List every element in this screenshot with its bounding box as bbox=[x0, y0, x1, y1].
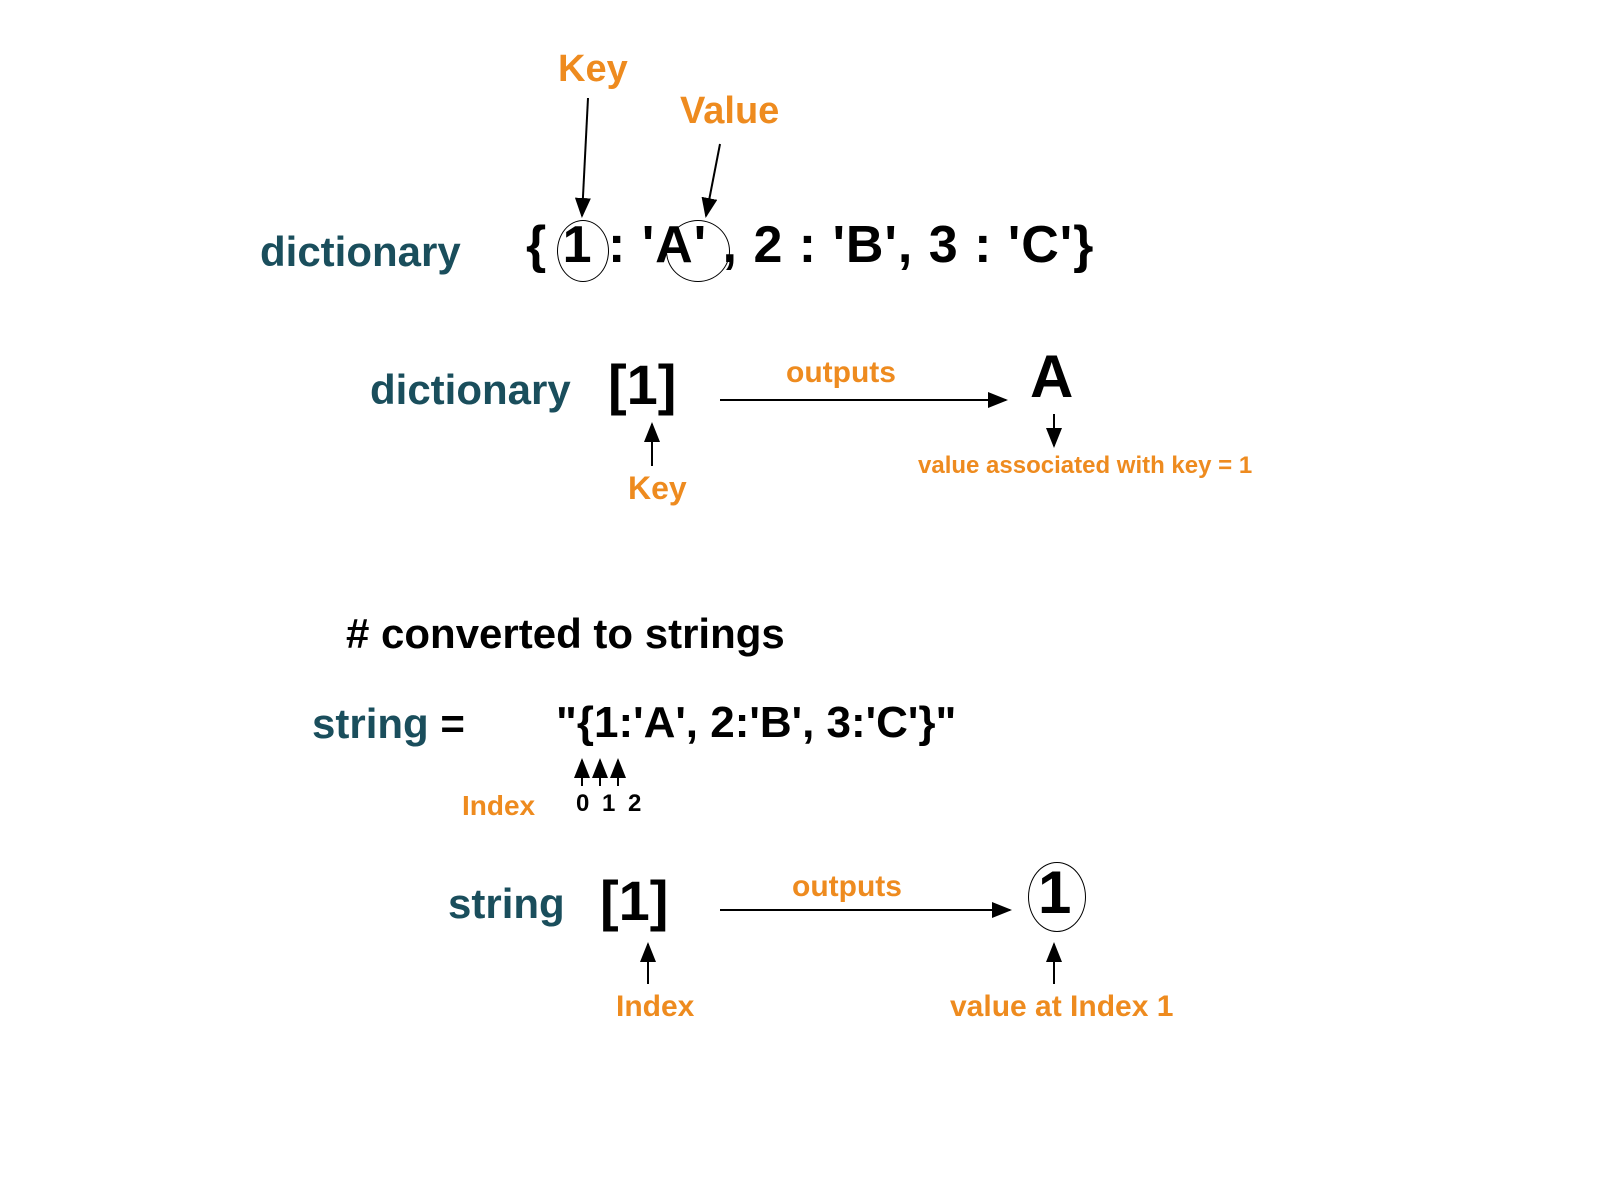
dictionary-access-label: dictionary bbox=[370, 366, 571, 414]
dictionary-literal: { 1 : 'A' , 2 : 'B', 3 : 'C'} bbox=[526, 215, 1094, 275]
string-access-label: string bbox=[448, 880, 565, 928]
string-literal: "{1:'A', 2:'B', 3:'C'}" bbox=[556, 698, 956, 748]
value-at-index-label: value at Index 1 bbox=[950, 990, 1173, 1024]
circle-result bbox=[1028, 862, 1086, 932]
comment-converted: # converted to strings bbox=[346, 610, 785, 658]
equals-sign: = bbox=[429, 700, 465, 747]
label-key: Key bbox=[558, 48, 628, 91]
index-label: Index bbox=[462, 790, 535, 822]
circle-value bbox=[666, 220, 730, 282]
dictionary-label: dictionary bbox=[260, 228, 461, 276]
index-numbers: 0 1 2 bbox=[576, 790, 644, 818]
index-label-bottom: Index bbox=[616, 990, 694, 1024]
dict-bracket-access: [1] bbox=[608, 352, 676, 417]
dict-result-a: A bbox=[1030, 342, 1073, 411]
string-bracket-access: [1] bbox=[600, 868, 668, 933]
string-label: string bbox=[312, 700, 429, 747]
string-assignment: string = bbox=[312, 700, 465, 748]
arrows-overlay bbox=[0, 0, 1600, 1200]
value-associated-label: value associated with key = 1 bbox=[918, 452, 1252, 480]
label-value: Value bbox=[680, 90, 779, 133]
key-label-bottom: Key bbox=[628, 470, 687, 507]
outputs-label-1: outputs bbox=[786, 356, 896, 390]
outputs-label-2: outputs bbox=[792, 870, 902, 904]
circle-key bbox=[557, 220, 609, 282]
